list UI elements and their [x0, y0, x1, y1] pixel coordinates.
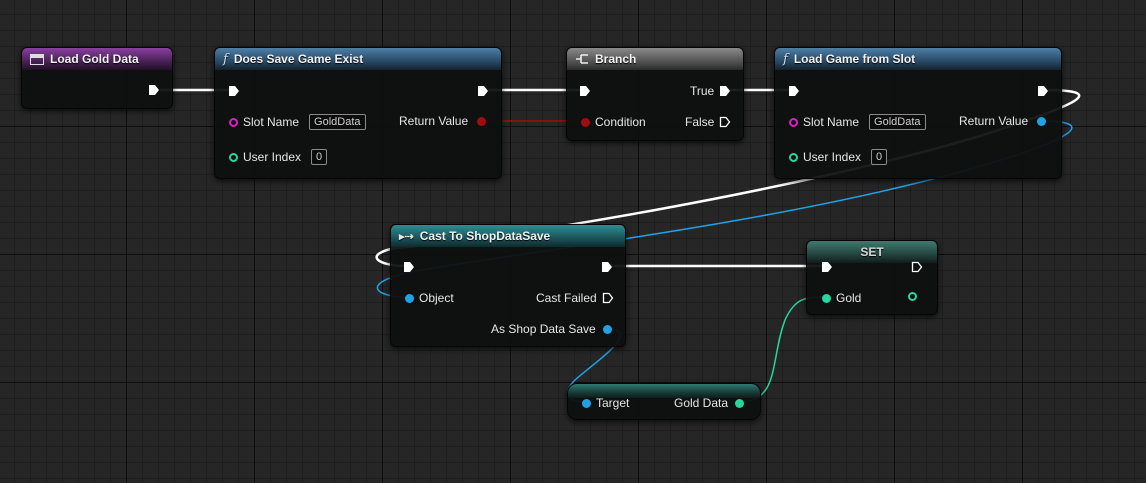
exec-pin-icon	[720, 86, 731, 96]
exec-pin-icon	[1038, 86, 1048, 96]
exec-pin-outline-icon	[720, 116, 731, 128]
gold-input-pin[interactable]: Gold	[822, 291, 861, 305]
event-icon	[30, 53, 44, 65]
pin-label: Return Value	[399, 114, 469, 128]
string-pin-icon	[789, 117, 798, 127]
pin-label: Gold	[836, 291, 862, 305]
exec-in-pin[interactable]	[579, 85, 591, 97]
cast-icon: ▸⇢	[399, 230, 414, 243]
node-title: Does Save Game Exist	[233, 52, 364, 66]
gold-data-output-pin[interactable]: Gold Data	[674, 396, 745, 410]
integer-pin-icon	[735, 398, 745, 408]
node-set-gold[interactable]: SET Gold	[806, 240, 938, 315]
pin-label: Return Value	[959, 114, 1029, 128]
exec-in-pin[interactable]	[403, 261, 415, 273]
integer-pin-icon	[908, 292, 917, 301]
exec-pin-icon	[149, 85, 159, 95]
false-exec-out-pin[interactable]: False	[685, 115, 731, 129]
condition-input-pin[interactable]: Condition	[581, 115, 646, 129]
node-header: Load Gold Data	[22, 48, 172, 70]
branch-icon	[576, 54, 588, 64]
pin-label: Gold Data	[674, 396, 729, 410]
pin-label: Slot Name	[803, 115, 860, 129]
pin-label: Slot Name	[243, 115, 300, 129]
node-title: Load Game from Slot	[793, 52, 916, 66]
exec-out-pin[interactable]	[911, 261, 923, 273]
object-pin-icon	[405, 293, 414, 303]
object-pin-icon	[1037, 116, 1047, 126]
exec-pin-icon	[478, 86, 488, 96]
return-value-output-pin[interactable]: Return Value	[959, 114, 1047, 128]
slot-name-input-pin[interactable]: Slot Name GoldData	[229, 114, 366, 130]
exec-pin-outline-icon	[911, 261, 923, 273]
object-input-pin[interactable]: Object	[405, 291, 454, 305]
object-pin-icon	[582, 398, 591, 408]
user-index-value-field[interactable]: 0	[311, 149, 328, 165]
exec-pin-icon	[789, 86, 799, 96]
user-index-value-field[interactable]: 0	[871, 149, 888, 165]
as-shop-data-save-output-pin[interactable]: As Shop Data Save	[491, 322, 612, 336]
node-title: Load Gold Data	[50, 52, 139, 66]
node-title: Cast To ShopDataSave	[419, 229, 551, 243]
return-value-output-pin[interactable]: Return Value	[399, 114, 487, 128]
true-exec-out-pin[interactable]: True	[690, 84, 731, 98]
node-header: f Load Game from Slot	[775, 48, 1061, 70]
object-pin-icon	[602, 324, 612, 334]
boolean-pin-icon	[477, 116, 487, 126]
exec-pin-icon	[404, 262, 414, 272]
gold-output-pin[interactable]	[908, 292, 917, 301]
target-input-pin[interactable]: Target	[582, 396, 629, 410]
node-header: ▸⇢ Cast To ShopDataSave	[391, 225, 625, 247]
node-cast-to-shopdatasave[interactable]: ▸⇢ Cast To ShopDataSave Object Cast Fail…	[390, 224, 626, 347]
boolean-pin-icon	[581, 117, 590, 127]
function-icon: f	[223, 51, 228, 67]
node-load-gold-data[interactable]: Load Gold Data	[21, 47, 173, 109]
node-title: Branch	[595, 52, 637, 66]
pin-label: Target	[596, 396, 630, 410]
node-header: SET	[807, 241, 937, 263]
pin-label: As Shop Data Save	[491, 322, 596, 336]
exec-pin-icon	[602, 262, 612, 272]
node-title: SET	[860, 245, 884, 259]
exec-out-pin[interactable]	[601, 261, 613, 273]
node-header: f Does Save Game Exist	[215, 48, 501, 70]
exec-out-pin[interactable]	[1037, 85, 1049, 97]
integer-pin-icon	[789, 152, 798, 162]
exec-in-pin[interactable]	[821, 261, 833, 273]
pin-label: False	[685, 115, 715, 129]
node-load-game-from-slot[interactable]: f Load Game from Slot Slot Name GoldData…	[774, 47, 1062, 179]
exec-pin-icon	[580, 86, 590, 96]
exec-pin-icon	[229, 86, 239, 96]
string-pin-icon	[229, 117, 238, 127]
exec-in-pin[interactable]	[228, 85, 240, 97]
exec-out-pin[interactable]	[148, 84, 160, 96]
node-branch[interactable]: Branch True Condition False	[566, 47, 744, 141]
integer-pin-icon	[822, 293, 831, 303]
exec-out-pin[interactable]	[477, 85, 489, 97]
pin-label: True	[690, 84, 715, 98]
integer-pin-icon	[229, 152, 238, 162]
user-index-input-pin[interactable]: User Index 0	[789, 149, 888, 165]
pin-label: User Index	[243, 150, 302, 164]
exec-pin-icon	[822, 262, 832, 272]
user-index-input-pin[interactable]: User Index 0	[229, 149, 328, 165]
pin-label: User Index	[803, 150, 862, 164]
slot-name-input-pin[interactable]: Slot Name GoldData	[789, 114, 926, 130]
exec-pin-outline-icon	[602, 292, 614, 304]
node-header: Branch	[567, 48, 743, 70]
cast-failed-exec-out-pin[interactable]: Cast Failed	[536, 291, 614, 305]
pin-label: Cast Failed	[536, 291, 597, 305]
slot-name-value-field[interactable]: GoldData	[309, 114, 366, 130]
node-gold-data-getter[interactable]: Target Gold Data	[567, 383, 761, 420]
pin-label: Condition	[595, 115, 646, 129]
function-icon: f	[783, 51, 788, 67]
slot-name-value-field[interactable]: GoldData	[869, 114, 926, 130]
pin-label: Object	[419, 291, 454, 305]
exec-in-pin[interactable]	[788, 85, 800, 97]
node-does-save-game-exist[interactable]: f Does Save Game Exist Slot Name GoldDat…	[214, 47, 502, 179]
